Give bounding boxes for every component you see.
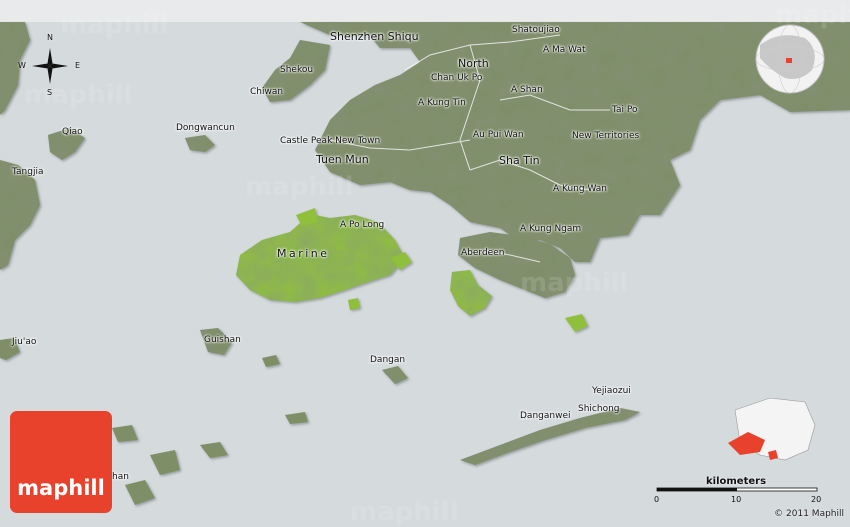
label-marine[interactable]: Marine [277, 247, 330, 260]
scale-tick-10: 10 [731, 495, 742, 504]
watermark: maphill [60, 10, 169, 40]
label-a-kung-tin[interactable]: A Kung Tin [418, 98, 466, 108]
label-partial-han[interactable]: han [112, 472, 129, 482]
scale-tick-20: 20 [811, 495, 822, 504]
locator-globe [755, 24, 825, 94]
cheung-chau [348, 298, 360, 310]
label-dongwancun[interactable]: Dongwancun [176, 123, 235, 133]
label-a-ma-wat[interactable]: A Ma Wat [543, 45, 586, 55]
label-a-po-long[interactable]: A Po Long [340, 220, 384, 230]
watermark: maphill [775, 0, 850, 30]
label-castle-peak-new-town[interactable]: Castle Peak New Town [280, 136, 380, 146]
copyright-notice: © 2011 Maphill [774, 509, 844, 519]
label-shenzhen-shiqu[interactable]: Shenzhen Shiqu [330, 30, 419, 43]
compass-east: E [75, 61, 81, 70]
logo-text: maphill [17, 476, 105, 500]
label-tuen-mun[interactable]: Tuen Mun [316, 153, 369, 166]
relief-map[interactable] [0, 0, 850, 523]
label-sha-tin[interactable]: Sha Tin [499, 154, 540, 167]
scale-title: kilometers [706, 476, 767, 487]
label-chiwan[interactable]: Chiwan [250, 87, 283, 97]
label-au-pui-wan[interactable]: Au Pui Wan [473, 130, 524, 140]
watermark: maphill [24, 80, 133, 110]
scale-tick-0: 0 [654, 495, 660, 504]
label-dangan[interactable]: Dangan [370, 355, 405, 365]
label-aberdeen[interactable]: Aberdeen [461, 248, 504, 258]
label-north[interactable]: North [458, 57, 489, 70]
compass-west: W [18, 61, 26, 70]
label-a-shan[interactable]: A Shan [511, 85, 543, 95]
label-guishan[interactable]: Guishan [204, 335, 241, 345]
label-tangjia[interactable]: Tangjia [12, 167, 43, 177]
label-new-territories[interactable]: New Territories [572, 131, 639, 141]
label-qiao[interactable]: Qiao [62, 127, 83, 137]
watermark: maphill [520, 268, 629, 298]
watermark: maphill [245, 172, 354, 202]
compass-south: S [47, 88, 53, 97]
label-a-kung-ngam[interactable]: A Kung Ngam [520, 224, 581, 234]
maphill-logo[interactable]: maphill [10, 411, 112, 513]
label-a-kung-wan[interactable]: A Kung Wan [553, 184, 607, 194]
compass-north: N [47, 33, 53, 42]
label-chan-uk-po[interactable]: Chan Uk Po [431, 73, 482, 83]
label-yejiaozui[interactable]: Yejiaozui [592, 386, 631, 396]
label-shatoujiao[interactable]: Shatoujiao [512, 25, 560, 35]
label-tai-po[interactable]: Tai Po [612, 105, 638, 115]
label-shekou[interactable]: Shekou [280, 65, 313, 75]
label-shichong[interactable]: Shichong [578, 404, 620, 414]
label-danganwei[interactable]: Danganwei [520, 411, 570, 421]
label-jiuao[interactable]: Jiu'ao [12, 337, 36, 347]
scale-bar [656, 487, 818, 492]
